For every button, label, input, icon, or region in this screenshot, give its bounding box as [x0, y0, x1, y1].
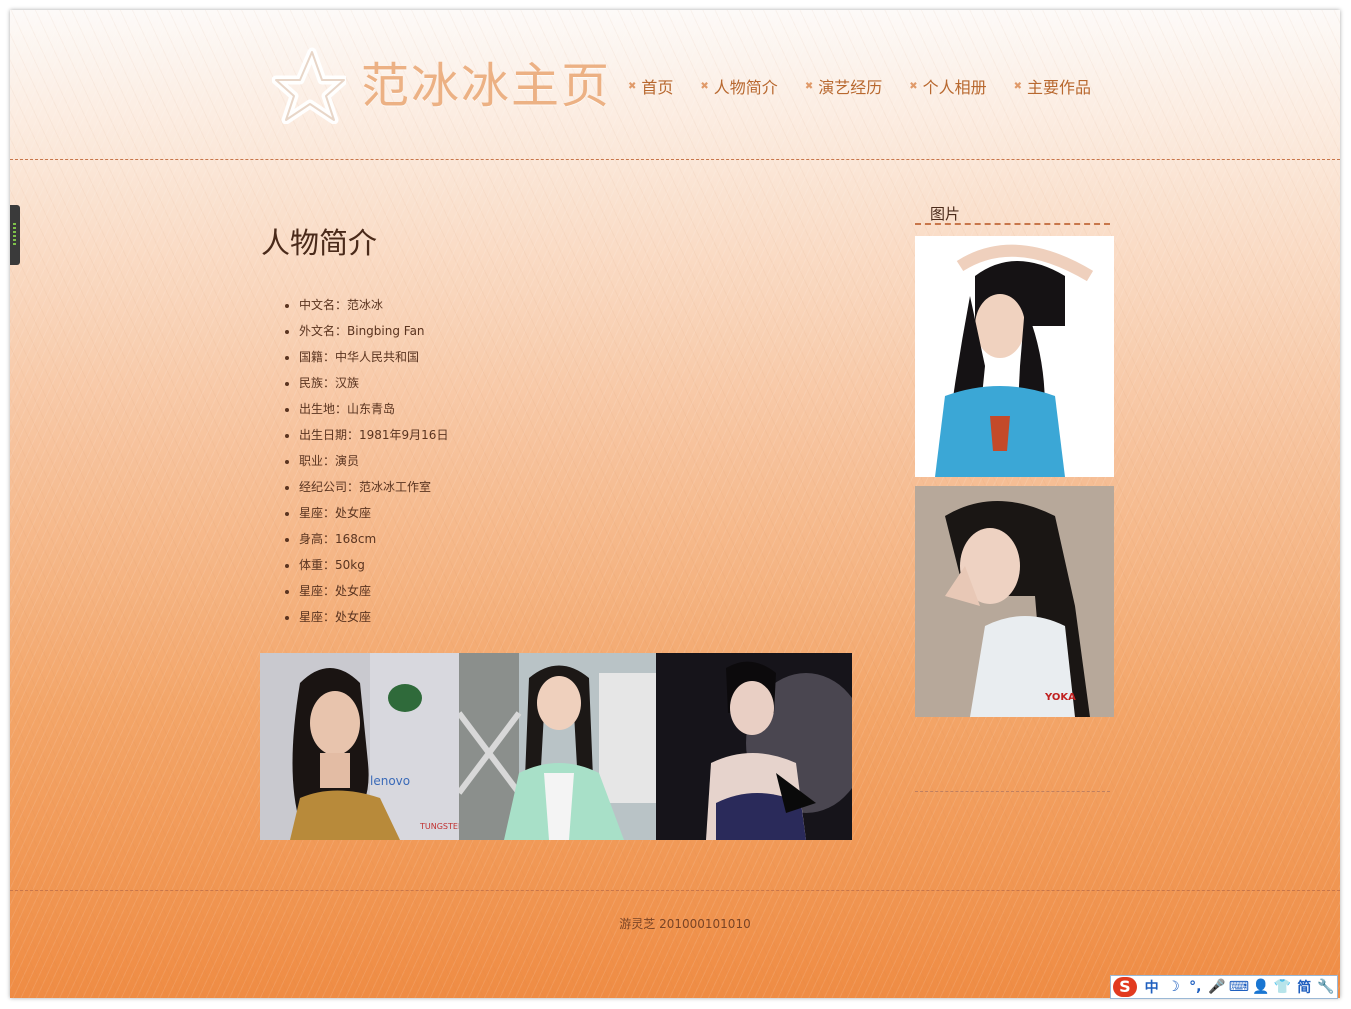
- main-nav: ✖ 首页 ✖ 人物简介 ✖ 演艺经历 ✖ 个人相册 ✖ 主要作品: [628, 74, 1118, 98]
- sidebar-photo-1: [915, 236, 1114, 477]
- svg-text:YOKA: YOKA: [1044, 692, 1076, 703]
- site-title: 范冰冰主页: [361, 58, 612, 114]
- list-item: 星座：处女座: [299, 578, 448, 604]
- keyboard-icon[interactable]: ⌨: [1228, 979, 1250, 995]
- gallery-photo-3: [656, 653, 852, 840]
- sidebar-photo-2: YOKA: [915, 486, 1114, 717]
- ime-toolbar: S 中 ☽ °, 🎤 ⌨ 👤 👕 简 🔧: [1110, 975, 1338, 999]
- microphone-icon[interactable]: 🎤: [1206, 979, 1228, 995]
- nav-label: 人物简介: [713, 78, 778, 97]
- bullet-icon: ✖: [804, 80, 814, 92]
- nav-label: 主要作品: [1027, 78, 1092, 97]
- simplified-toggle[interactable]: 简: [1293, 977, 1315, 997]
- bullet-icon: ✖: [628, 80, 637, 92]
- svg-text:lenovo: lenovo: [370, 774, 410, 788]
- punctuation-icon[interactable]: °,: [1184, 979, 1206, 995]
- list-item: 出生地：山东青岛: [299, 396, 448, 422]
- list-item: 星座：处女座: [299, 604, 448, 630]
- list-item: 职业：演员: [299, 448, 448, 474]
- side-volume-tab[interactable]: [10, 205, 20, 265]
- sidebar-divider: [915, 791, 1110, 792]
- gallery-photo-1: lenovo TUNGSTEN: [260, 653, 459, 840]
- list-item: 出生日期：1981年9月16日: [299, 422, 448, 448]
- list-item: 体重：50kg: [299, 552, 448, 578]
- svg-text:TUNGSTEN: TUNGSTEN: [419, 822, 459, 831]
- nav-home[interactable]: ✖ 首页: [628, 74, 673, 98]
- nav-profile[interactable]: ✖ 人物简介: [700, 74, 777, 98]
- list-item: 经纪公司：范冰冰工作室: [299, 474, 448, 500]
- bullet-icon: ✖: [700, 80, 709, 92]
- user-icon[interactable]: 👤: [1250, 979, 1272, 995]
- nav-label: 首页: [641, 78, 674, 97]
- nav-works[interactable]: ✖ 主要作品: [1014, 74, 1091, 98]
- star-logo-icon: [272, 47, 346, 124]
- nav-album[interactable]: ✖ 个人相册: [909, 74, 986, 98]
- moon-icon[interactable]: ☽: [1163, 979, 1185, 995]
- list-item: 民族：汉族: [299, 370, 448, 396]
- photo-gallery: lenovo TUNGSTEN: [260, 653, 852, 840]
- footer-divider: [10, 890, 1340, 891]
- bullet-icon: ✖: [909, 80, 918, 92]
- nav-career[interactable]: ✖ 演艺经历: [805, 74, 882, 98]
- gallery-photo-2: [459, 653, 656, 840]
- wrench-icon[interactable]: 🔧: [1315, 979, 1337, 995]
- page-title: 人物简介: [261, 226, 378, 260]
- nav-label: 演艺经历: [818, 78, 883, 97]
- site-header: 范冰冰主页 ✖ 首页 ✖ 人物简介 ✖ 演艺经历 ✖ 个人相册 ✖ 主要作品: [10, 10, 1340, 160]
- sogou-logo-icon[interactable]: S: [1113, 977, 1137, 997]
- ime-chinese-toggle[interactable]: 中: [1141, 977, 1163, 997]
- list-item: 外文名：Bingbing Fan: [299, 318, 448, 344]
- page-frame: 范冰冰主页 ✖ 首页 ✖ 人物简介 ✖ 演艺经历 ✖ 个人相册 ✖ 主要作品 人物简介 中…: [10, 10, 1340, 998]
- sidebar-heading: 图片: [915, 203, 1110, 225]
- profile-info-list: 中文名：范冰冰 外文名：Bingbing Fan 国籍：中华人民共和国 民族：汉…: [278, 292, 448, 630]
- sidebar-heading-text: 图片: [930, 205, 961, 223]
- skin-icon[interactable]: 👕: [1272, 979, 1294, 995]
- bullet-icon: ✖: [1013, 80, 1023, 92]
- list-item: 身高：168cm: [299, 526, 448, 552]
- list-item: 星座：处女座: [299, 500, 448, 526]
- list-item: 国籍：中华人民共和国: [299, 344, 448, 370]
- list-item: 中文名：范冰冰: [299, 292, 448, 318]
- footer-text: 游灵芝 201000101010: [619, 917, 751, 931]
- nav-label: 个人相册: [922, 78, 987, 97]
